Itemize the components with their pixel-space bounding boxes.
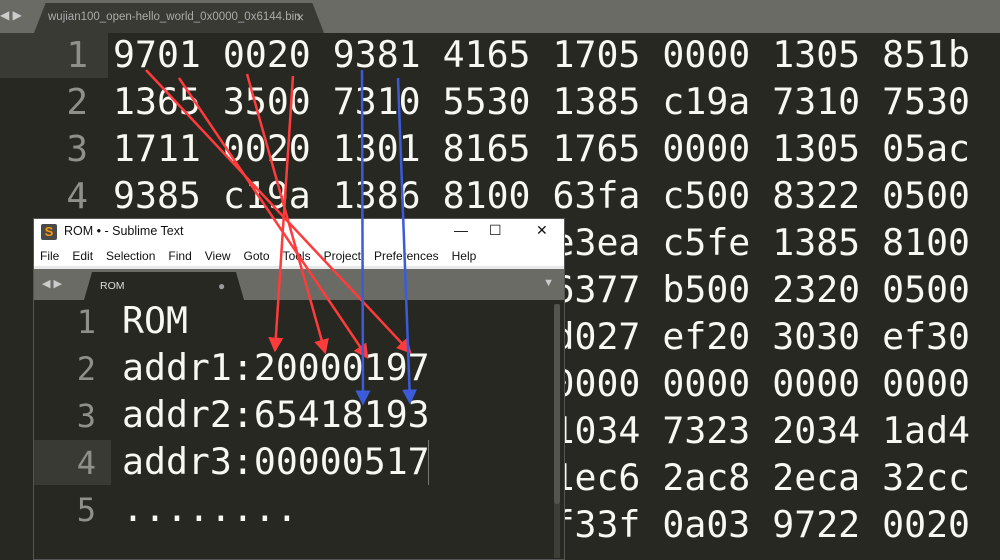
- blue-arrow: [396, 77, 418, 405]
- red-arrow: [268, 75, 295, 353]
- red-arrow: [177, 77, 369, 360]
- annotation-arrows: [145, 69, 418, 406]
- red-arrow: [245, 73, 329, 355]
- blue-arrow: [355, 69, 371, 406]
